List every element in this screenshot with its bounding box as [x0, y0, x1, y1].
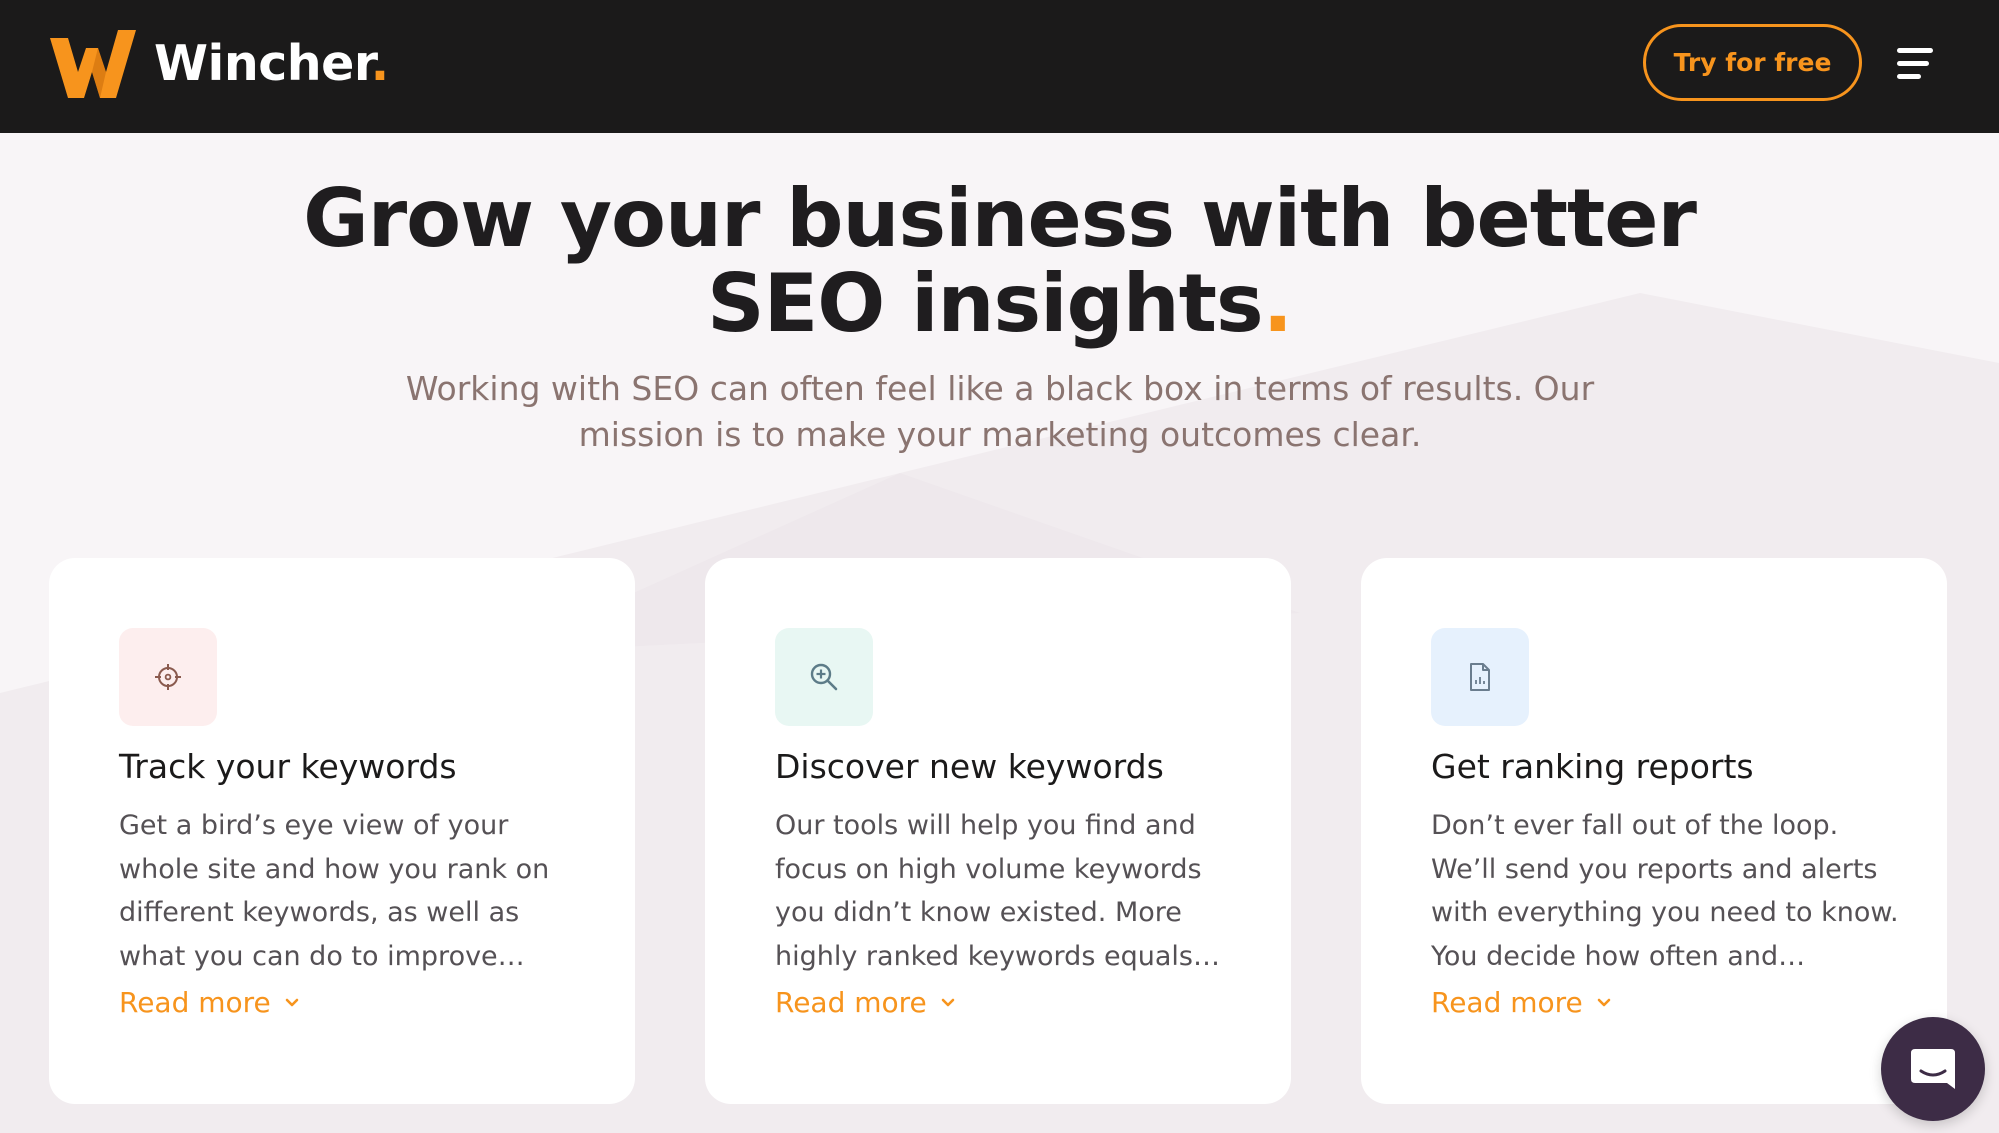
chevron-down-icon: [1597, 998, 1611, 1006]
hero-title-line1: Grow your business with better: [303, 172, 1697, 265]
hamburger-menu-icon[interactable]: [1897, 44, 1941, 84]
read-more-link[interactable]: Read more: [1431, 986, 1611, 1019]
hero-title-line2: SEO insights: [706, 257, 1264, 350]
feature-card-discover-keywords: Discover new keywords Our tools will hel…: [705, 558, 1291, 1104]
card-title: Discover new keywords: [775, 747, 1164, 786]
card-description: Don’t ever fall out of the loop. We’ll s…: [1431, 810, 1899, 972]
hero-title: Grow your business with better SEO insig…: [303, 172, 1697, 350]
chevron-down-icon: [941, 998, 955, 1006]
card-description: Get a bird’s eye view of your whole site…: [119, 810, 550, 972]
feature-card-track-keywords: Track your keywords Get a bird’s eye vie…: [49, 558, 635, 1104]
chat-bubble-icon[interactable]: [1881, 1017, 1985, 1121]
search-zoom-icon: [775, 628, 873, 726]
report-document-icon: [1431, 628, 1529, 726]
read-more-link[interactable]: Read more: [119, 986, 299, 1019]
read-more-link[interactable]: Read more: [775, 986, 955, 1019]
chevron-down-icon: [285, 998, 299, 1006]
try-for-free-button[interactable]: Try for free: [1643, 24, 1862, 101]
top-navigation-bar: Wincher. Try for free: [0, 0, 1999, 133]
feature-card-ranking-reports: Get ranking reports Don’t ever fall out …: [1361, 558, 1947, 1104]
wincher-logo-icon: [50, 30, 136, 98]
card-description: Our tools will help you find and focus o…: [775, 810, 1220, 972]
brand-logo[interactable]: Wincher.: [48, 26, 389, 100]
card-title: Get ranking reports: [1431, 747, 1754, 786]
card-title: Track your keywords: [119, 747, 457, 786]
brand-wordmark: Wincher.: [154, 34, 389, 92]
hero-subtitle: Working with SEO can often feel like a b…: [405, 369, 1595, 454]
crosshair-target-icon: [119, 628, 217, 726]
